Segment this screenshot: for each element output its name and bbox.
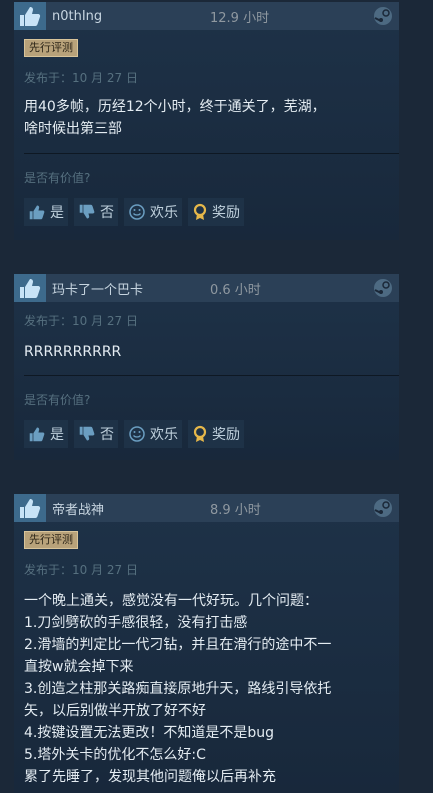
vote-funny-button[interactable]: 欢乐: [124, 420, 182, 448]
review-line: 1.刀剑劈砍的手感很轻，没有打击感: [24, 615, 248, 631]
award-icon: [193, 425, 207, 442]
username[interactable]: 帝者战神: [52, 499, 202, 518]
review-header: n0thIng 12.9 小时: [14, 2, 399, 30]
thumb-down-icon: [79, 204, 95, 219]
vote-controls: 是 否 欢乐 奖励: [24, 198, 399, 226]
review-line: 2.滑墙的判定比一代刁钻，并且在滑行的途中不一: [24, 637, 332, 653]
review-line: 啥时候出第三部: [24, 121, 122, 137]
award-label: 奖励: [212, 427, 240, 443]
post-date: 发布于：10 月 27 日: [24, 314, 138, 328]
playtime: 0.6 小时: [210, 282, 261, 298]
review-line: 累了先睡了，发现其他问题俺以后再补充: [24, 769, 276, 785]
award-button[interactable]: 奖励: [188, 420, 244, 448]
vote-no-button[interactable]: 否: [74, 198, 118, 226]
review-line: 用40多帧，历经12个小时，终于通关了，芜湖，: [24, 99, 326, 115]
thumb-up-icon: [29, 427, 45, 442]
playtime: 8.9 小时: [210, 502, 261, 518]
review-line: 矢，以后别做半开放了好不好: [24, 703, 206, 719]
helpful-question: 是否有价值?: [24, 171, 91, 185]
vote-funny-button[interactable]: 欢乐: [124, 198, 182, 226]
username[interactable]: 玛卡了一个巴卡: [52, 279, 202, 298]
early-access-badge: 先行评测: [24, 531, 78, 549]
steam-logo-icon: [373, 6, 393, 30]
thumb-up-icon: [29, 205, 45, 220]
steam-logo-icon: [373, 498, 393, 522]
review-header: 玛卡了一个巴卡 0.6 小时: [14, 274, 399, 302]
playtime: 12.9 小时: [210, 10, 270, 26]
steam-logo-icon: [373, 278, 393, 302]
recommended-thumb-icon: [14, 494, 46, 522]
early-access-badge: 先行评测: [24, 39, 78, 57]
award-button[interactable]: 奖励: [188, 198, 244, 226]
divider: [24, 375, 399, 376]
vote-funny-label: 欢乐: [150, 205, 178, 221]
review-text: 用40多帧，历经12个小时，终于通关了，芜湖， 啥时候出第三部: [24, 96, 389, 140]
username[interactable]: n0thIng: [52, 9, 202, 24]
recommended-thumb-icon: [14, 274, 46, 302]
vote-no-label: 否: [100, 427, 114, 443]
review-line: 5.塔外关卡的优化不怎么好:C: [24, 747, 206, 763]
helpful-question: 是否有价值?: [24, 393, 91, 407]
award-label: 奖励: [212, 205, 240, 221]
vote-funny-label: 欢乐: [150, 427, 178, 443]
review-line: 直按w就会掉下来: [24, 659, 134, 675]
vote-yes-button[interactable]: 是: [24, 198, 68, 226]
post-date: 发布于：10 月 27 日: [24, 71, 138, 85]
recommended-thumb-icon: [14, 2, 46, 30]
award-icon: [193, 203, 207, 220]
review-card: 帝者战神 8.9 小时 先行评测 发布于：10 月 27 日 一个晚上通关，感觉…: [14, 494, 399, 793]
review-line: 4.按键设置无法更改！不知道是不是bug: [24, 725, 275, 741]
vote-controls: 是 否 欢乐 奖励: [24, 420, 399, 448]
vote-no-label: 否: [100, 205, 114, 221]
vote-yes-button[interactable]: 是: [24, 420, 68, 448]
divider: [24, 153, 399, 154]
thumb-down-icon: [79, 426, 95, 441]
review-line: RRRRRRRRRR: [24, 344, 122, 360]
vote-yes-label: 是: [50, 205, 64, 221]
review-text: 一个晚上通关，感觉没有一代好玩。几个问题： 1.刀剑劈砍的手感很轻，没有打击感 …: [24, 590, 389, 788]
review-card: n0thIng 12.9 小时 先行评测 发布于：10 月 27 日 用40多帧…: [14, 2, 399, 240]
review-header: 帝者战神 8.9 小时: [14, 494, 399, 522]
review-text: RRRRRRRRRR: [24, 341, 389, 363]
review-line: 3.创造之柱那关路痴直接原地升天，路线引导依托: [24, 681, 332, 697]
smiley-icon: [129, 426, 145, 442]
vote-yes-label: 是: [50, 427, 64, 443]
smiley-icon: [129, 204, 145, 220]
review-line: 一个晚上通关，感觉没有一代好玩。几个问题：: [24, 593, 318, 609]
vote-no-button[interactable]: 否: [74, 420, 118, 448]
post-date: 发布于：10 月 27 日: [24, 563, 138, 577]
review-card: 玛卡了一个巴卡 0.6 小时 发布于：10 月 27 日 RRRRRRRRRR …: [14, 274, 399, 460]
